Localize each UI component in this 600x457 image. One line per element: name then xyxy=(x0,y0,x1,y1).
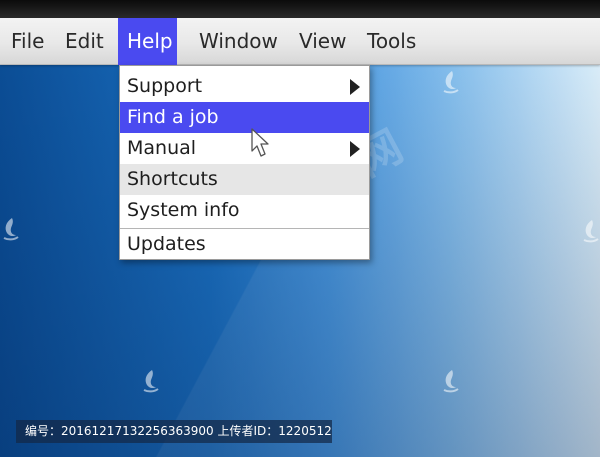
dropdown-item-label: Shortcuts xyxy=(127,168,218,190)
dropdown-item-manual[interactable]: Manual xyxy=(120,133,369,164)
image-info-bar: 编号：20161217132256363900 上传者ID：1220512 xyxy=(16,420,332,443)
menu-tools[interactable]: Tools xyxy=(367,18,416,65)
dropdown-item-label: Manual xyxy=(127,137,197,159)
dropdown-item-system-info[interactable]: System info xyxy=(120,195,369,226)
menu-help[interactable]: Help xyxy=(118,18,177,65)
menu-file[interactable]: File xyxy=(11,18,44,65)
dropdown-item-label: Support xyxy=(127,75,203,97)
menu-edit[interactable]: Edit xyxy=(65,18,104,65)
watermark-logo-icon xyxy=(443,71,459,94)
mouse-pointer-icon xyxy=(251,128,269,157)
dropdown-item-shortcuts[interactable]: Shortcuts xyxy=(120,164,369,195)
watermark-logo-icon xyxy=(143,370,159,393)
dropdown-item-label: Updates xyxy=(127,233,206,255)
help-dropdown-menu: Support Find a job Manual Shortcuts Syst… xyxy=(119,65,370,260)
menu-view[interactable]: View xyxy=(299,18,346,65)
dropdown-item-label: Find a job xyxy=(127,106,219,128)
watermark-logo-icon xyxy=(3,218,19,241)
watermark-logo-icon xyxy=(583,220,599,243)
dropdown-item-support[interactable]: Support xyxy=(120,71,369,102)
watermark-logo-icon xyxy=(443,370,459,393)
dropdown-item-updates[interactable]: Updates xyxy=(120,229,369,260)
menu-bar: File Edit Help Window View Tools xyxy=(0,18,600,65)
triangle-right-icon xyxy=(350,78,360,95)
menu-window[interactable]: Window xyxy=(199,18,278,65)
window-top-strip xyxy=(0,0,600,18)
dropdown-item-label: System info xyxy=(127,199,240,221)
dropdown-item-find-a-job[interactable]: Find a job xyxy=(120,102,369,133)
triangle-right-icon xyxy=(350,140,360,157)
